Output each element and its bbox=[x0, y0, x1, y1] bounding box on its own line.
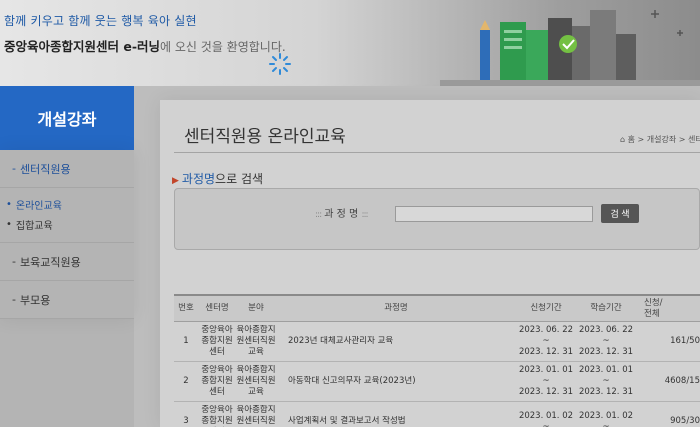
apply-start: 2023. 01. 02 bbox=[518, 410, 574, 421]
label-deco-icon: ::: bbox=[361, 210, 368, 220]
sidebar-subitem-label: 온라인교육 bbox=[15, 200, 62, 212]
apply-end: 2023. 12. 31 bbox=[518, 387, 574, 397]
sidebar-item-center-staff[interactable]: - 센터직원용 bbox=[0, 150, 134, 188]
period-tilde: ~ bbox=[602, 421, 610, 427]
bullet-icon: • bbox=[6, 218, 12, 230]
sidebar-menu: - 센터직원용 • 온라인교육 • 집합교육 - 보육교직원용 - 부모용 bbox=[0, 150, 134, 319]
header-illustration-icon bbox=[440, 10, 700, 86]
welcome-message: 중앙육아종합지원센터 e-러닝에 오신 것을 환영합니다. bbox=[4, 36, 286, 55]
col-header-count-line1: 신청/ bbox=[644, 297, 663, 308]
site-header: 함께 키우고 함께 웃는 행복 육아 실현 중앙육아종합지원센터 e-러닝에 오… bbox=[0, 0, 700, 86]
row-field: 육아종합지원센터직원교육 bbox=[236, 405, 276, 426]
table-row[interactable]: 3 중앙육아종합지원센터 육아종합지원센터직원교육 사업계획서 및 결과보고서 … bbox=[174, 402, 700, 427]
welcome-text: 에 오신 것을 환영합니다. bbox=[160, 40, 286, 54]
row-learn-period: 2023. 01. 01 ~ 2023. 12. 31 bbox=[576, 365, 636, 398]
row-count: 161/50 bbox=[670, 336, 700, 346]
title-divider bbox=[174, 152, 700, 153]
col-header-no: 번호 bbox=[178, 303, 194, 313]
bullet-icon: • bbox=[6, 198, 12, 210]
menu-dash-icon: - bbox=[12, 293, 16, 306]
sidebar-item-label: 부모용 bbox=[19, 293, 51, 307]
table-row[interactable]: 2 중앙육아종합지원센터 육아종합지원센터직원교육 아동학대 신고의무자 교육(… bbox=[174, 362, 700, 402]
label-deco-icon: ::: bbox=[315, 210, 322, 220]
search-heading: ▶ 과정명으로 검색 bbox=[172, 170, 263, 187]
row-apply-period: 2023. 01. 01 ~ 2023. 12. 31 bbox=[516, 365, 576, 398]
row-course-link[interactable]: 아동학대 신고의무자 교육(2023년) bbox=[276, 376, 516, 387]
col-header-learn: 학습기간 bbox=[590, 303, 622, 313]
row-apply-period: 2023. 01. 02 ~ bbox=[516, 411, 576, 427]
col-header-center: 센터명 bbox=[205, 303, 229, 313]
col-header-count: 신청/ 전체 bbox=[636, 298, 700, 320]
menu-dash-icon: - bbox=[12, 255, 16, 268]
row-apply-period: 2023. 06. 22 ~ 2023. 12. 31 bbox=[516, 325, 576, 358]
search-panel: ::: 과 정 명 ::: 검 색 bbox=[174, 188, 700, 250]
left-sidebar: 개설강좌 - 센터직원용 • 온라인교육 • 집합교육 - 보육교직원용 - 부… bbox=[0, 86, 134, 427]
search-heading-text: 으로 검색 bbox=[215, 172, 264, 186]
learn-end: 2023. 12. 31 bbox=[578, 347, 634, 357]
triangle-right-icon: ▶ bbox=[172, 176, 179, 186]
course-table: 번호 센터명 분야 과정명 신청기간 학습기간 신청/ 전체 1 중앙육아종합지… bbox=[174, 294, 700, 427]
row-count: 905/30 bbox=[670, 416, 700, 426]
period-tilde: ~ bbox=[542, 336, 550, 346]
page-title: 센터직원용 온라인교육 bbox=[184, 127, 346, 147]
row-center: 중앙육아종합지원센터 bbox=[201, 365, 233, 397]
col-header-course: 과정명 bbox=[384, 303, 408, 313]
learn-start: 2023. 01. 02 bbox=[578, 410, 634, 421]
row-learn-period: 2023. 06. 22 ~ 2023. 12. 31 bbox=[576, 325, 636, 358]
period-tilde: ~ bbox=[542, 421, 550, 427]
row-course-link[interactable]: 2023년 대체교사관리자 교육 bbox=[276, 336, 516, 347]
col-header-apply: 신청기간 bbox=[530, 303, 562, 313]
sidebar-item-childcare-staff[interactable]: - 보육교직원용 bbox=[0, 243, 134, 281]
sparkle-icon bbox=[269, 53, 291, 75]
menu-dash-icon: - bbox=[12, 162, 16, 175]
apply-start: 2023. 06. 22 bbox=[518, 325, 574, 335]
learn-start: 2023. 06. 22 bbox=[578, 325, 634, 335]
sidebar-subitem-label: 집합교육 bbox=[15, 220, 53, 232]
row-no: 1 bbox=[183, 336, 189, 346]
apply-start: 2023. 01. 01 bbox=[518, 365, 574, 375]
period-tilde: ~ bbox=[602, 336, 610, 346]
period-tilde: ~ bbox=[602, 376, 610, 386]
table-header-row: 번호 센터명 분야 과정명 신청기간 학습기간 신청/ 전체 bbox=[174, 296, 700, 322]
apply-end: 2023. 12. 31 bbox=[518, 347, 574, 357]
col-header-count-line2: 전체 bbox=[644, 308, 660, 319]
row-no: 2 bbox=[183, 376, 189, 386]
learn-end: 2023. 12. 31 bbox=[578, 387, 634, 397]
row-field: 육아종합지원센터직원교육 bbox=[236, 325, 276, 357]
search-button[interactable]: 검 색 bbox=[601, 204, 639, 223]
course-name-label: ::: 과 정 명 ::: bbox=[315, 205, 369, 220]
course-name-label-text: 과 정 명 bbox=[324, 209, 359, 220]
learn-start: 2023. 01. 01 bbox=[578, 365, 634, 375]
course-name-search-input[interactable] bbox=[395, 206, 593, 222]
sidebar-item-label: 센터직원용 bbox=[19, 162, 71, 176]
row-field: 육아종합지원센터직원교육 bbox=[236, 365, 276, 397]
breadcrumb[interactable]: ⌂ 홈 > 개설강좌 > 센터직 bbox=[620, 134, 700, 145]
col-header-field: 분야 bbox=[248, 303, 264, 313]
sidebar-subitem-online[interactable]: • 온라인교육 bbox=[6, 194, 134, 214]
site-brand-name[interactable]: 중앙육아종합지원센터 e-러닝 bbox=[4, 39, 160, 54]
site-tagline: 함께 키우고 함께 웃는 행복 육아 실현 bbox=[4, 14, 197, 28]
sidebar-subitem-group[interactable]: • 집합교육 bbox=[6, 214, 134, 234]
sidebar-submenu: • 온라인교육 • 집합교육 bbox=[0, 188, 134, 243]
row-no: 3 bbox=[183, 416, 189, 426]
period-tilde: ~ bbox=[542, 376, 550, 386]
row-learn-period: 2023. 01. 02 ~ bbox=[576, 411, 636, 427]
row-center: 중앙육아종합지원센터 bbox=[201, 325, 233, 357]
row-course-link[interactable]: 사업계획서 및 결과보고서 작성법 bbox=[276, 416, 516, 427]
row-count: 4608/15 bbox=[664, 376, 700, 386]
sidebar-item-parents[interactable]: - 부모용 bbox=[0, 281, 134, 319]
sidebar-item-label: 보육교직원용 bbox=[19, 255, 81, 269]
search-heading-highlight: 과정명 bbox=[181, 172, 216, 186]
table-row[interactable]: 1 중앙육아종합지원센터 육아종합지원센터직원교육 2023년 대체교사관리자 … bbox=[174, 322, 700, 362]
main-content: 센터직원용 온라인교육 ⌂ 홈 > 개설강좌 > 센터직 ▶과정명으로 검색 :… bbox=[160, 100, 700, 427]
row-center: 중앙육아종합지원센터 bbox=[201, 405, 233, 426]
sidebar-title: 개설강좌 bbox=[0, 86, 134, 150]
